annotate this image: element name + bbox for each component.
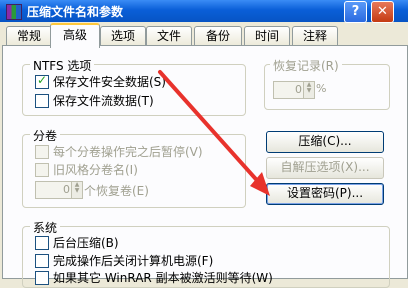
close-button[interactable]: ✕ bbox=[371, 1, 394, 23]
set-password-button[interactable]: 设置密码(P)... bbox=[266, 183, 384, 205]
recovery-volumes-spinbox[interactable]: 0 ▲ ▼ bbox=[35, 181, 83, 199]
recovery-spinbox[interactable]: 0 ▲ ▼ bbox=[273, 81, 315, 99]
tab-time[interactable]: 时间 bbox=[244, 26, 290, 46]
volumes-group-title: 分卷 bbox=[30, 127, 61, 144]
spin-arrows-icon[interactable]: ▲ ▼ bbox=[71, 182, 82, 198]
spin-arrows-icon[interactable]: ▲ ▼ bbox=[303, 82, 314, 98]
save-security-checkbox[interactable]: ✓ bbox=[35, 73, 49, 89]
wait-copies-label[interactable]: 如果其它 WinRAR 副本被激活则等待(W) bbox=[53, 269, 273, 286]
tab-advanced[interactable]: 高级 bbox=[50, 23, 100, 48]
tab-general[interactable]: 常规 bbox=[6, 26, 52, 46]
save-streams-checkbox[interactable] bbox=[35, 94, 49, 108]
sfx-options-button[interactable]: 自解压选项(X)... bbox=[266, 157, 384, 179]
recovery-unit: % bbox=[316, 82, 327, 95]
ntfs-group-title: NTFS 选项 bbox=[30, 57, 95, 74]
shutdown-checkbox[interactable] bbox=[35, 254, 49, 268]
title-bar: 压缩文件名和参数 ? ✕ bbox=[0, 0, 408, 23]
shutdown-label[interactable]: 完成操作后关闭计算机电源(F) bbox=[53, 252, 213, 269]
compression-button[interactable]: 压缩(C)... bbox=[266, 131, 384, 153]
help-button[interactable]: ? bbox=[344, 1, 367, 23]
recovery-volumes-label: 个恢复卷(E) bbox=[84, 184, 149, 198]
winrar-icon bbox=[6, 4, 22, 20]
tab-options[interactable]: 选项 bbox=[100, 26, 146, 46]
tab-comment[interactable]: 注释 bbox=[292, 26, 338, 46]
background-checkbox[interactable] bbox=[35, 236, 49, 250]
tab-files[interactable]: 文件 bbox=[146, 26, 192, 46]
pause-each-volume-checkbox[interactable] bbox=[35, 145, 49, 159]
recovery-volumes-value: 0 bbox=[63, 183, 70, 196]
pause-each-volume-label[interactable]: 每个分卷操作完之后暂停(V) bbox=[53, 143, 203, 160]
background-label[interactable]: 后台压缩(B) bbox=[53, 234, 119, 251]
recovery-value: 0 bbox=[295, 83, 302, 96]
tab-backup[interactable]: 备份 bbox=[194, 26, 242, 46]
save-security-label[interactable]: 保存文件安全数据(S) bbox=[53, 73, 166, 90]
old-style-names-label[interactable]: 旧风格分卷名(I) bbox=[53, 161, 138, 178]
window-title: 压缩文件名和参数 bbox=[27, 5, 124, 19]
recovery-group-title: 恢复记录(R) bbox=[270, 57, 342, 74]
save-streams-label[interactable]: 保存文件流数据(T) bbox=[53, 92, 154, 109]
old-style-names-checkbox[interactable] bbox=[35, 163, 49, 177]
wait-copies-checkbox[interactable] bbox=[35, 271, 49, 285]
